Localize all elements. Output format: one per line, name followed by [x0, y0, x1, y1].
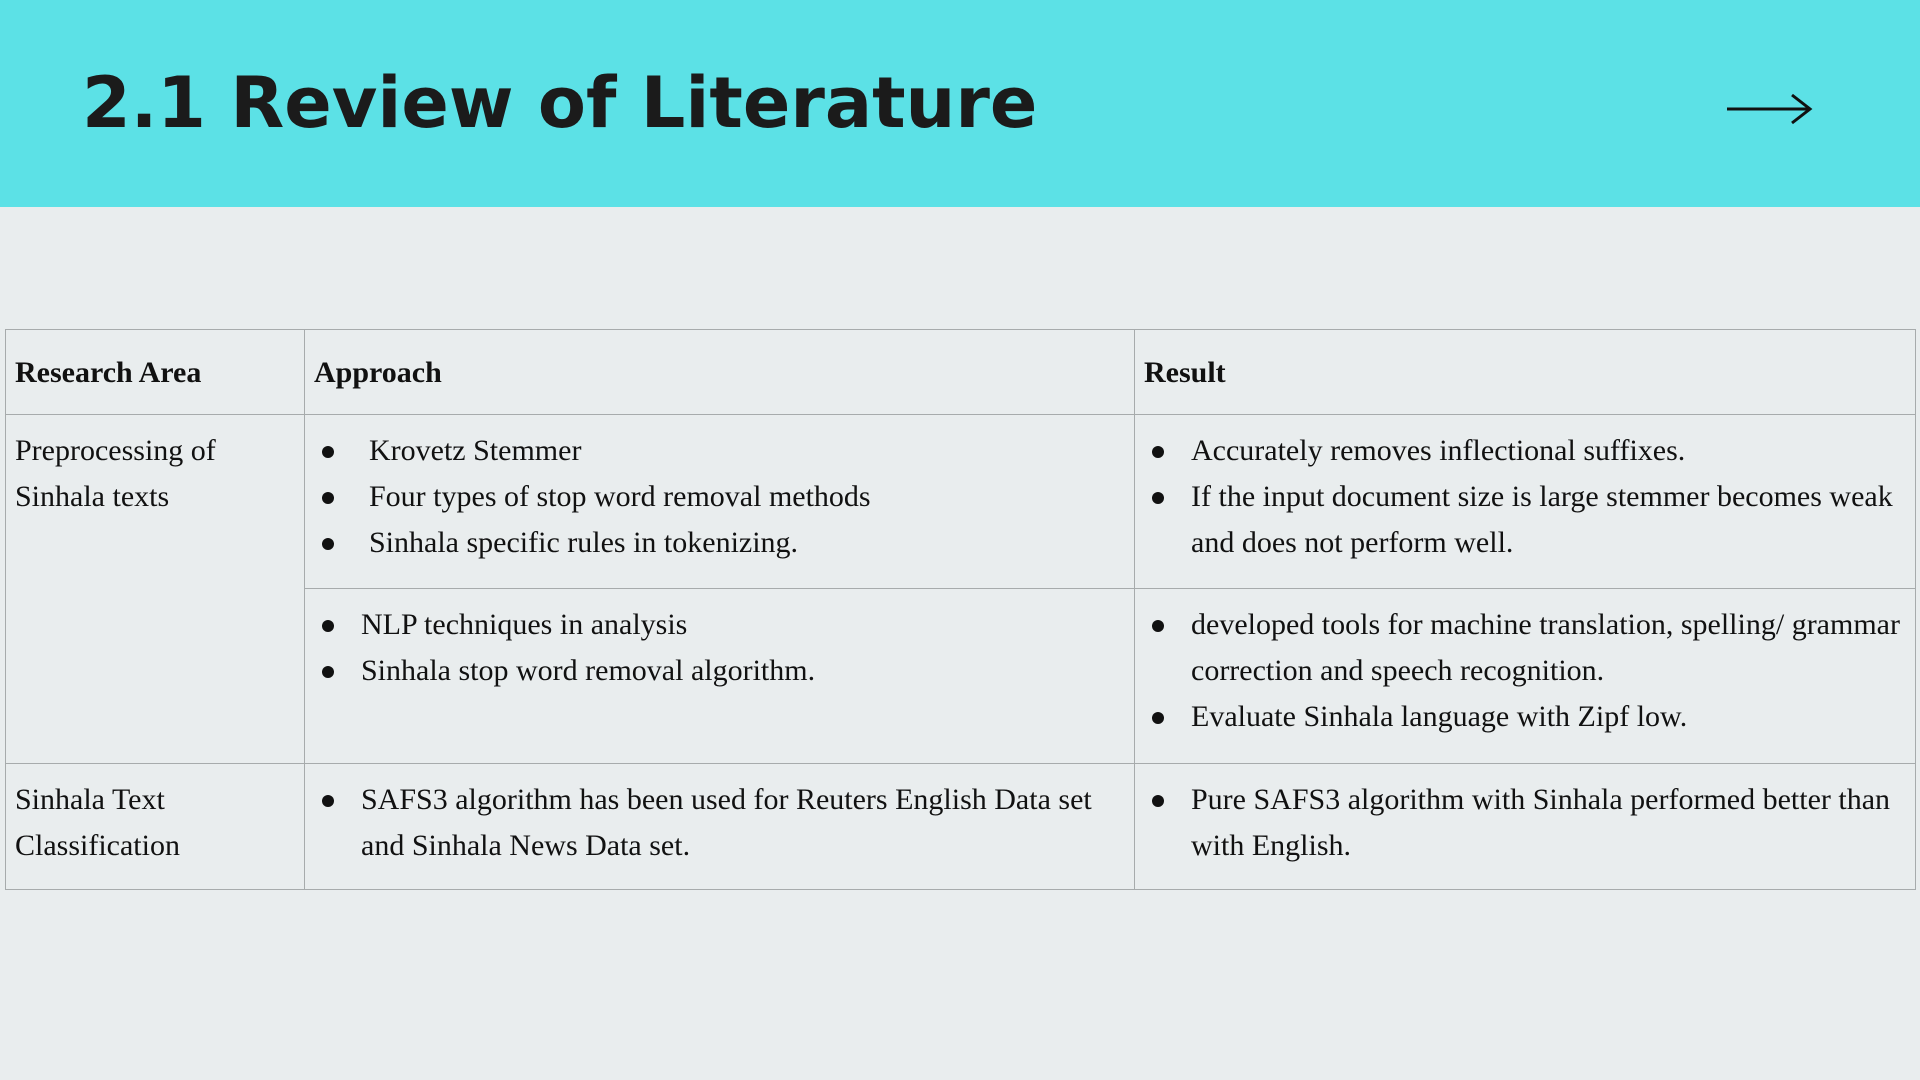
list-item: Accurately removes inflectional suffixes… [1144, 428, 1906, 474]
list-item: Evaluate Sinhala language with Zipf low. [1144, 694, 1906, 740]
research-area-cell: Sinhala Text Classification [5, 763, 305, 890]
table-header-row: Research Area Approach Result [5, 329, 1916, 415]
list-item: Four types of stop word removal methods [314, 474, 1125, 520]
header-approach: Approach [304, 329, 1135, 415]
approach-cell: Krovetz Stemmer Four types of stop word … [304, 414, 1135, 589]
literature-table: Research Area Approach Result Preprocess… [5, 329, 1916, 890]
list-item: Sinhala specific rules in tokenizing. [314, 520, 1125, 566]
list-item: NLP techniques in analysis [314, 602, 1125, 648]
result-cell: Pure SAFS3 algorithm with Sinhala perfor… [1134, 763, 1916, 890]
list-item: SAFS3 algorithm has been used for Reuter… [314, 777, 1125, 869]
next-slide-button[interactable] [1724, 84, 1814, 134]
slide-header: 2.1 Review of Literature [0, 0, 1920, 207]
table-row: Sinhala Text Classification SAFS3 algori… [5, 763, 1916, 890]
result-cell: developed tools for machine translation,… [1134, 588, 1916, 764]
table-row: Preprocessing of Sinhala texts Krovetz S… [5, 414, 1916, 764]
list-item: developed tools for machine translation,… [1144, 602, 1906, 694]
research-area-cell: Preprocessing of Sinhala texts [5, 414, 305, 764]
approach-cell: NLP techniques in analysis Sinhala stop … [304, 588, 1135, 764]
list-item: Pure SAFS3 algorithm with Sinhala perfor… [1144, 777, 1906, 869]
result-cell: Accurately removes inflectional suffixes… [1134, 414, 1916, 589]
list-item: If the input document size is large stem… [1144, 474, 1906, 566]
list-item: Sinhala stop word removal algorithm. [314, 648, 1125, 694]
header-result: Result [1134, 329, 1916, 415]
header-research-area: Research Area [5, 329, 305, 415]
arrow-right-icon [1727, 93, 1813, 125]
approach-cell: SAFS3 algorithm has been used for Reuter… [304, 763, 1135, 890]
list-item: Krovetz Stemmer [314, 428, 1125, 474]
page-title: 2.1 Review of Literature [82, 62, 1038, 144]
